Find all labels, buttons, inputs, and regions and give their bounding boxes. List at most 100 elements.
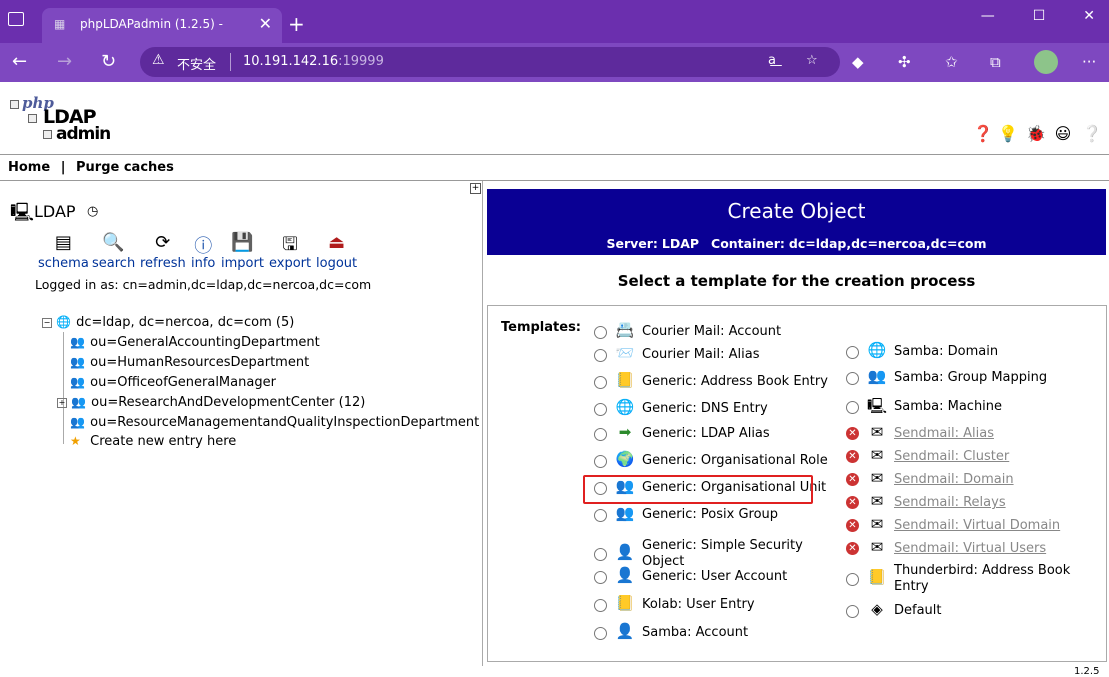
- radio[interactable]: [594, 509, 607, 522]
- radio[interactable]: [846, 401, 859, 414]
- template-label: Generic: Organisational Role: [642, 453, 828, 468]
- tree-root-label[interactable]: dc=ldap, dc=nercoa, dc=com (5): [76, 315, 294, 330]
- user-icon: 👤: [615, 622, 635, 640]
- collections-icon[interactable]: ⧉: [990, 53, 1001, 71]
- tool-info[interactable]: ⓘ info: [191, 232, 215, 271]
- tree-item-label[interactable]: ou=ResourceManagementandQualityInspectio…: [90, 415, 479, 430]
- radio[interactable]: [846, 573, 859, 586]
- clock-icon: ◷: [87, 204, 99, 219]
- tree-item[interactable]: 👥 ou=GeneralAccountingDepartment: [70, 335, 320, 350]
- template-label-cont: Object: [642, 554, 685, 569]
- tab-favicon-icon: ▦: [54, 17, 66, 31]
- mail-forward-icon: 📨: [615, 344, 635, 362]
- tool-logout[interactable]: ⏏ logout: [316, 232, 357, 271]
- forward-icon[interactable]: →: [57, 51, 72, 72]
- refresh-icon: ⟳: [155, 232, 171, 253]
- search-icon: 🔍: [102, 232, 125, 253]
- idea-icon[interactable]: 💡: [998, 124, 1018, 144]
- more-icon[interactable]: ···: [1082, 53, 1096, 71]
- export-icon: 🖫: [282, 234, 298, 255]
- url-host: 10.191.142.16: [243, 54, 339, 69]
- address-bar[interactable]: ⚠ 不安全 10.191.142.16:19999 a͟ ☆: [140, 47, 840, 77]
- tree-item[interactable]: 👥 ou=ResourceManagementandQualityInspect…: [70, 415, 479, 430]
- collapse-icon[interactable]: −: [42, 317, 52, 328]
- maximize-icon[interactable]: ☐: [1033, 8, 1046, 24]
- logo-admin: admin: [56, 124, 111, 144]
- radio[interactable]: [594, 349, 607, 362]
- radio[interactable]: [594, 403, 607, 416]
- warning-icon[interactable]: ⚠: [152, 52, 165, 68]
- radio[interactable]: [594, 571, 607, 584]
- new-tab-icon[interactable]: +: [288, 12, 305, 36]
- read-aloud-icon[interactable]: a͟: [768, 53, 776, 68]
- tool-schema[interactable]: ▤ schema: [38, 232, 89, 271]
- expand-icon[interactable]: +: [57, 397, 67, 408]
- bug-icon[interactable]: 🐞: [1026, 124, 1046, 144]
- create-new-label[interactable]: Create new entry here: [90, 434, 236, 449]
- tree-item-label[interactable]: ou=OfficeofGeneralManager: [90, 375, 276, 390]
- tree-root[interactable]: − 🌐 dc=ldap, dc=nercoa, dc=com (5): [42, 315, 294, 330]
- window-controls: — ☐ ✕: [981, 8, 1095, 24]
- tool-search[interactable]: 🔍 search: [92, 232, 135, 271]
- profile-avatar[interactable]: [1034, 50, 1058, 74]
- tool-export[interactable]: 🖫 export: [269, 232, 311, 271]
- radio[interactable]: [594, 599, 607, 612]
- tab-close-icon[interactable]: ✕: [259, 14, 272, 33]
- tree-item[interactable]: 👥 ou=OfficeofGeneralManager: [70, 375, 276, 390]
- window-close-icon[interactable]: ✕: [1083, 8, 1095, 24]
- minimize-icon[interactable]: —: [981, 8, 995, 24]
- radio[interactable]: [594, 627, 607, 640]
- tree-item[interactable]: 👥 ou=HumanResourcesDepartment: [70, 355, 309, 370]
- create-new-entry[interactable]: ★ Create new entry here: [70, 434, 236, 449]
- url-text[interactable]: 10.191.142.16:19999: [243, 54, 384, 69]
- radio[interactable]: [594, 376, 607, 389]
- menu-bar: Home | Purge caches: [8, 160, 174, 175]
- help-icon[interactable]: ❓: [973, 124, 993, 144]
- info-icon: ⓘ: [194, 236, 213, 257]
- sidebar-toggle-icon[interactable]: [8, 12, 24, 26]
- shapes-icon: ◈: [871, 600, 883, 618]
- tree-item-label[interactable]: ou=GeneralAccountingDepartment: [90, 335, 320, 350]
- puzzle-icon[interactable]: ✣: [898, 53, 911, 71]
- reload-icon[interactable]: ↻: [101, 51, 116, 72]
- radio[interactable]: [594, 326, 607, 339]
- template-label-cont: Entry: [894, 579, 929, 594]
- add-favorite-icon[interactable]: ☆: [806, 53, 818, 68]
- version: 1.2.5: [1074, 666, 1100, 677]
- tool-label: search: [92, 256, 136, 271]
- radio[interactable]: [594, 548, 607, 561]
- server-name[interactable]: LDAP: [34, 202, 76, 221]
- tool-import[interactable]: 💾 import: [221, 232, 264, 271]
- menu-separator: |: [60, 160, 66, 175]
- disabled-icon: ✕: [846, 427, 859, 440]
- back-icon[interactable]: ←: [12, 51, 27, 72]
- tree-item-label[interactable]: ou=HumanResourcesDepartment: [90, 355, 309, 370]
- smile-icon[interactable]: 😃: [1053, 124, 1073, 144]
- container-label: Container:: [711, 236, 785, 251]
- logged-in-as: Logged in as: cn=admin,dc=ldap,dc=nercoa…: [35, 277, 372, 292]
- home-link[interactable]: Home: [8, 160, 50, 175]
- create-object-header: Create Object Server: LDAP Container: dc…: [487, 189, 1106, 255]
- radio[interactable]: [594, 455, 607, 468]
- radio[interactable]: [846, 605, 859, 618]
- expand-panel-icon[interactable]: +: [470, 183, 481, 194]
- schema-icon: ▤: [54, 232, 72, 253]
- radio[interactable]: [846, 346, 859, 359]
- alias-arrow-icon: ➡: [618, 423, 632, 441]
- group-icon: 👥: [615, 504, 635, 522]
- favorites-icon[interactable]: ✩: [945, 53, 958, 71]
- tree-item[interactable]: + 👥 ou=ResearchAndDevelopmentCenter (12): [57, 395, 365, 410]
- url-port: :19999: [338, 54, 384, 69]
- tool-label: import: [221, 256, 264, 271]
- purge-caches-link[interactable]: Purge caches: [76, 160, 174, 175]
- template-prompt: Select a template for the creation proce…: [617, 272, 976, 290]
- extension-icon[interactable]: ◆: [852, 53, 864, 71]
- browser-tab[interactable]: ▦ phpLDAPadmin (1.2.5) - ✕: [42, 8, 282, 43]
- tree-item-label[interactable]: ou=ResearchAndDevelopmentCenter (12): [91, 395, 365, 410]
- radio[interactable]: [846, 372, 859, 385]
- radio[interactable]: [594, 428, 607, 441]
- help-circle-icon[interactable]: ❔: [1082, 124, 1102, 144]
- mail-icon: ✉: [870, 492, 884, 510]
- mail-icon: ✉: [870, 423, 884, 441]
- tool-refresh[interactable]: ⟳ refresh: [140, 232, 186, 271]
